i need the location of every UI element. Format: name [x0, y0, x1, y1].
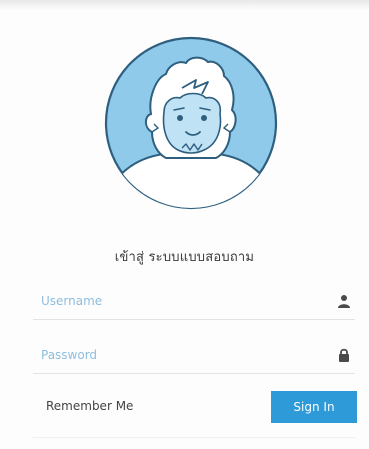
- top-shadow: [0, 0, 369, 10]
- sign-in-button[interactable]: Sign In: [271, 391, 357, 423]
- login-page: เข้าสู่ ระบบแบบสอบถาม Remember Me Sign I…: [0, 0, 369, 449]
- username-input[interactable]: [41, 289, 311, 313]
- yeti-avatar-image: [104, 36, 278, 210]
- yeti-avatar: [104, 36, 278, 210]
- remember-me-toggle[interactable]: Remember Me: [46, 399, 133, 413]
- lock-icon: [337, 347, 351, 362]
- divider: [33, 437, 355, 438]
- page-title: เข้าสู่ ระบบแบบสอบถาม: [114, 250, 255, 265]
- password-input[interactable]: [41, 343, 311, 367]
- remember-me-label: Remember Me: [46, 399, 134, 413]
- password-field: [33, 337, 355, 374]
- user-icon: [337, 293, 351, 308]
- username-field: [33, 283, 355, 320]
